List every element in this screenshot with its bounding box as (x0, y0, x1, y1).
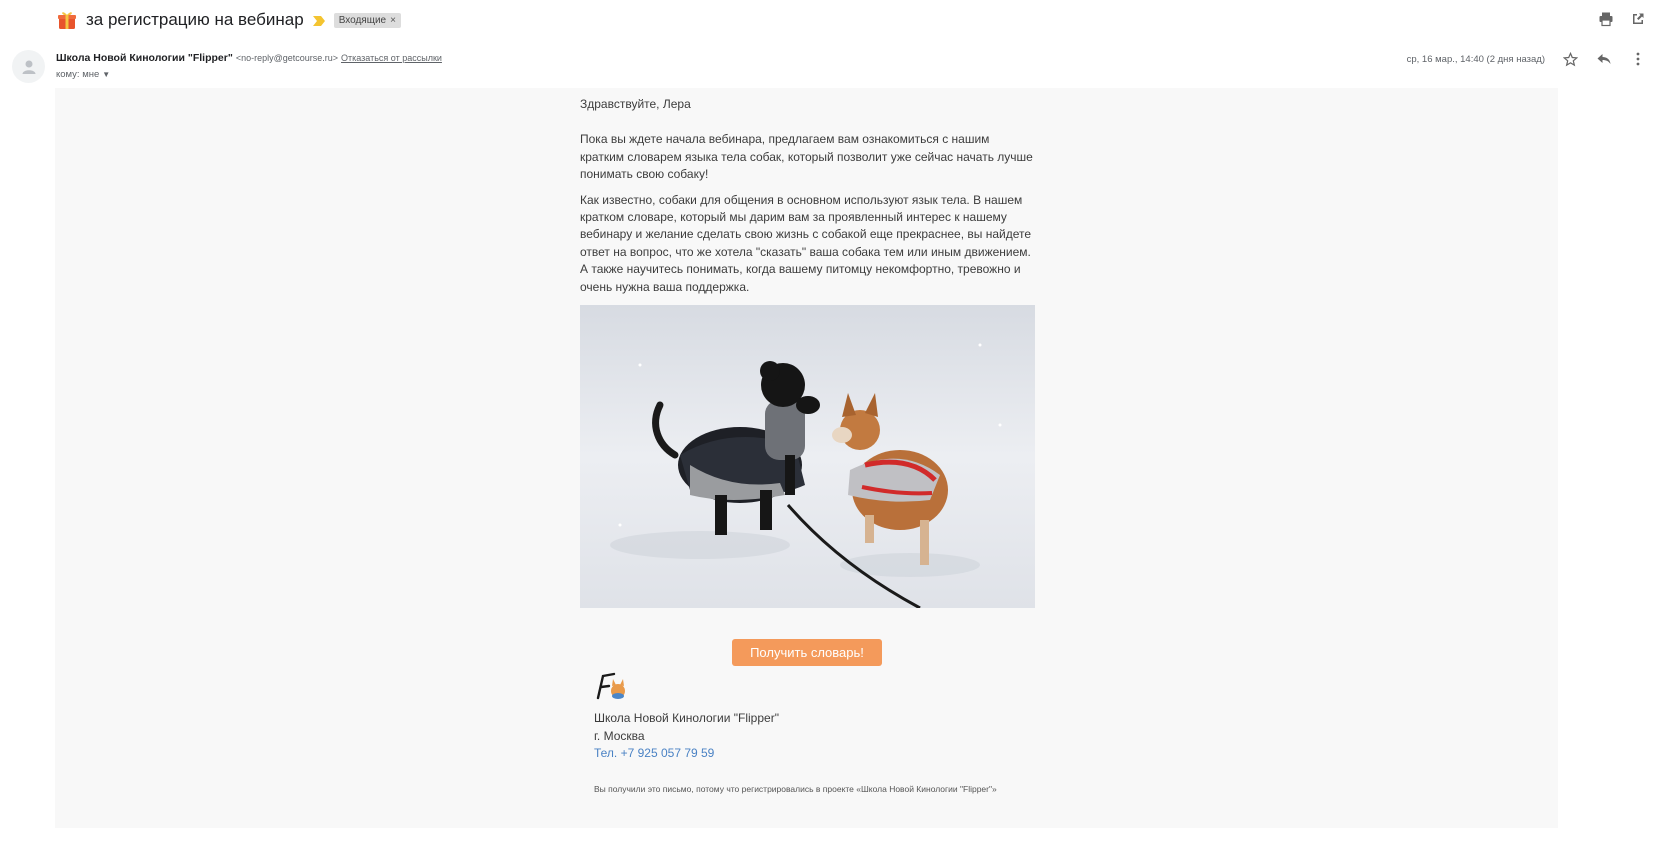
label-chip-inbox[interactable]: Входящие × (333, 12, 401, 28)
sender-block: Школа Новой Кинологии "Flipper" <no-repl… (56, 52, 442, 80)
label-chip-text: Входящие (338, 14, 387, 26)
email-content: Здравствуйте, Лера Пока вы ждете начала … (580, 96, 1036, 304)
more-icon[interactable] (1629, 50, 1647, 68)
subject-row: за регистрацию на вебинар Входящие × (56, 6, 401, 34)
footer-phone-link[interactable]: Тел. +7 925 057 79 59 (594, 745, 779, 763)
recipient-label: кому: мне (56, 69, 100, 80)
label-remove-icon[interactable]: × (390, 15, 396, 26)
avatar-icon[interactable] (12, 50, 45, 83)
reply-icon[interactable] (1595, 50, 1613, 68)
dogs-photo (580, 305, 1035, 608)
flipper-logo (594, 670, 628, 702)
sender-name[interactable]: Школа Новой Кинологии "Flipper" (56, 52, 233, 64)
footer-info: Школа Новой Кинологии "Flipper" г. Москв… (594, 710, 779, 763)
open-new-window-icon[interactable] (1629, 10, 1647, 28)
paragraph-description: Как известно, собаки для общения в основ… (580, 192, 1032, 294)
recipient-line[interactable]: кому: мне ▼ (56, 69, 442, 80)
message-date: ср, 16 мар., 14:40 (2 дня назад) (1406, 53, 1545, 65)
gift-icon (56, 9, 78, 31)
top-actions (1597, 10, 1655, 28)
message-meta: ср, 16 мар., 14:40 (2 дня назад) (1407, 50, 1647, 68)
greeting: Здравствуйте, Лера (580, 97, 691, 111)
footer-city: г. Москва (594, 728, 645, 743)
footer-org: Школа Новой Кинологии "Flipper" (594, 711, 779, 725)
importance-icon[interactable] (312, 14, 326, 26)
sender-email: <no-reply@getcourse.ru> (235, 53, 339, 63)
caret-down-icon[interactable]: ▼ (102, 70, 110, 79)
get-dictionary-button[interactable]: Получить словарь! (732, 639, 882, 666)
paragraph-intro: Пока вы ждете начала вебинара, предлагае… (580, 132, 1033, 182)
sender-line: Школа Новой Кинологии "Flipper" <no-repl… (56, 52, 442, 64)
email-subject: за регистрацию на вебинар (86, 10, 304, 29)
unsubscribe-link[interactable]: Отказаться от рассылки (341, 53, 442, 63)
print-icon[interactable] (1597, 10, 1615, 28)
star-icon[interactable] (1561, 50, 1579, 68)
footer-disclaimer: Вы получили это письмо, потому что регис… (594, 784, 997, 794)
